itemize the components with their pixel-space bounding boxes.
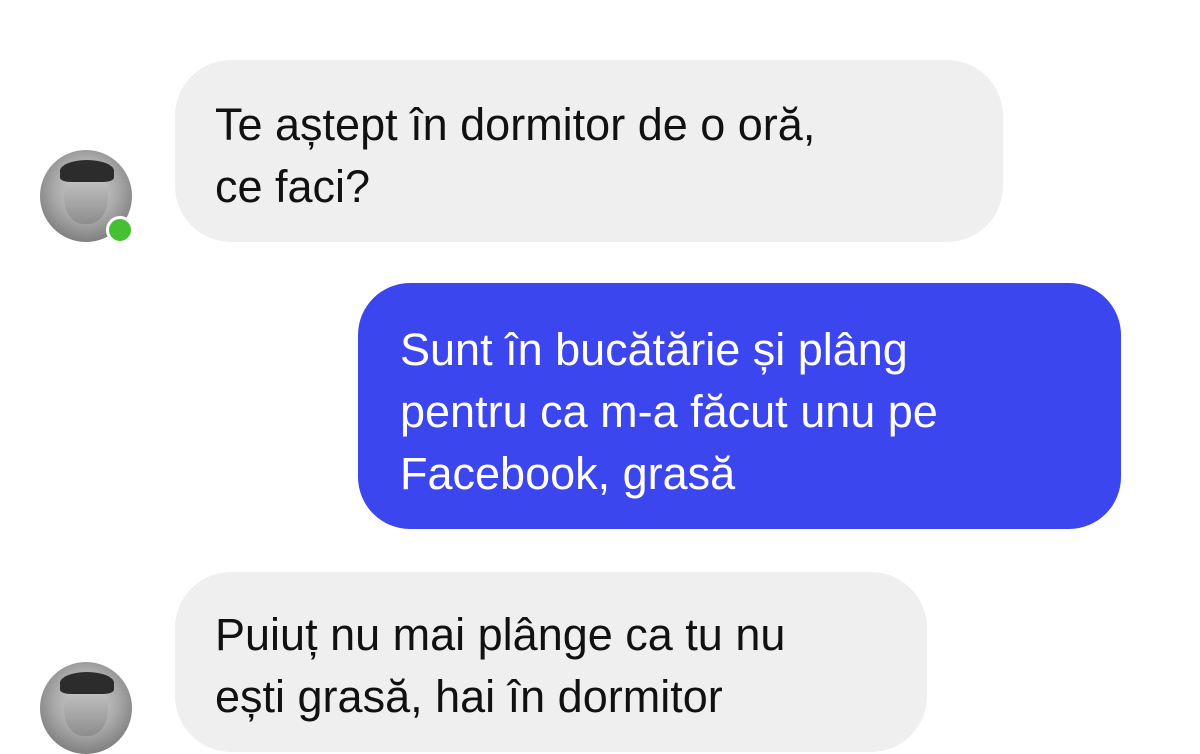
contact-avatar[interactable] xyxy=(40,150,134,244)
avatar-hair xyxy=(60,672,114,694)
incoming-message-bubble[interactable]: Puiuț nu mai plânge ca tu nu ești grasă,… xyxy=(175,572,927,752)
incoming-message-bubble[interactable]: Te aștept în dormitor de o oră, ce faci? xyxy=(175,60,1003,242)
online-status-indicator xyxy=(106,216,134,244)
message-thread: Te aștept în dormitor de o oră, ce faci?… xyxy=(0,0,1200,754)
contact-avatar[interactable] xyxy=(40,662,132,754)
avatar-hair xyxy=(60,160,114,182)
outgoing-message-bubble[interactable]: Sunt în bucătărie și plâng pentru ca m-a… xyxy=(358,283,1121,529)
